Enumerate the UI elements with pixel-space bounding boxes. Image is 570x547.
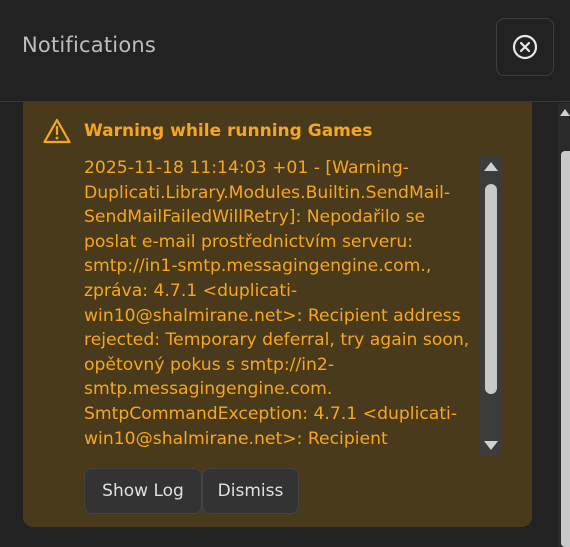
notification-title: Warning while running Games (84, 121, 373, 141)
dismiss-button[interactable]: Dismiss (202, 468, 299, 514)
page-scrollbar[interactable] (558, 103, 570, 547)
scroll-thumb[interactable] (485, 184, 497, 394)
page-title: Notifications (22, 33, 157, 57)
notification-message: 2025-11-18 11:14:03 +01 - [Warning-Dupli… (84, 158, 475, 449)
warning-notification-card: Warning while running Games 2025-11-18 1… (23, 102, 532, 527)
scroll-down-arrow-icon[interactable] (484, 441, 498, 450)
notification-message-box[interactable]: 2025-11-18 11:14:03 +01 - [Warning-Dupli… (84, 156, 502, 456)
close-button[interactable] (496, 18, 554, 76)
page-scroll-up-icon[interactable] (560, 109, 570, 116)
close-circle-icon (512, 34, 538, 60)
notifications-header: Notifications (0, 0, 570, 102)
warning-triangle-icon (43, 118, 71, 144)
page-scroll-thumb[interactable] (561, 151, 570, 547)
show-log-button[interactable]: Show Log (84, 468, 202, 514)
scroll-up-arrow-icon[interactable] (484, 162, 498, 171)
message-scrollbar[interactable] (480, 156, 502, 456)
